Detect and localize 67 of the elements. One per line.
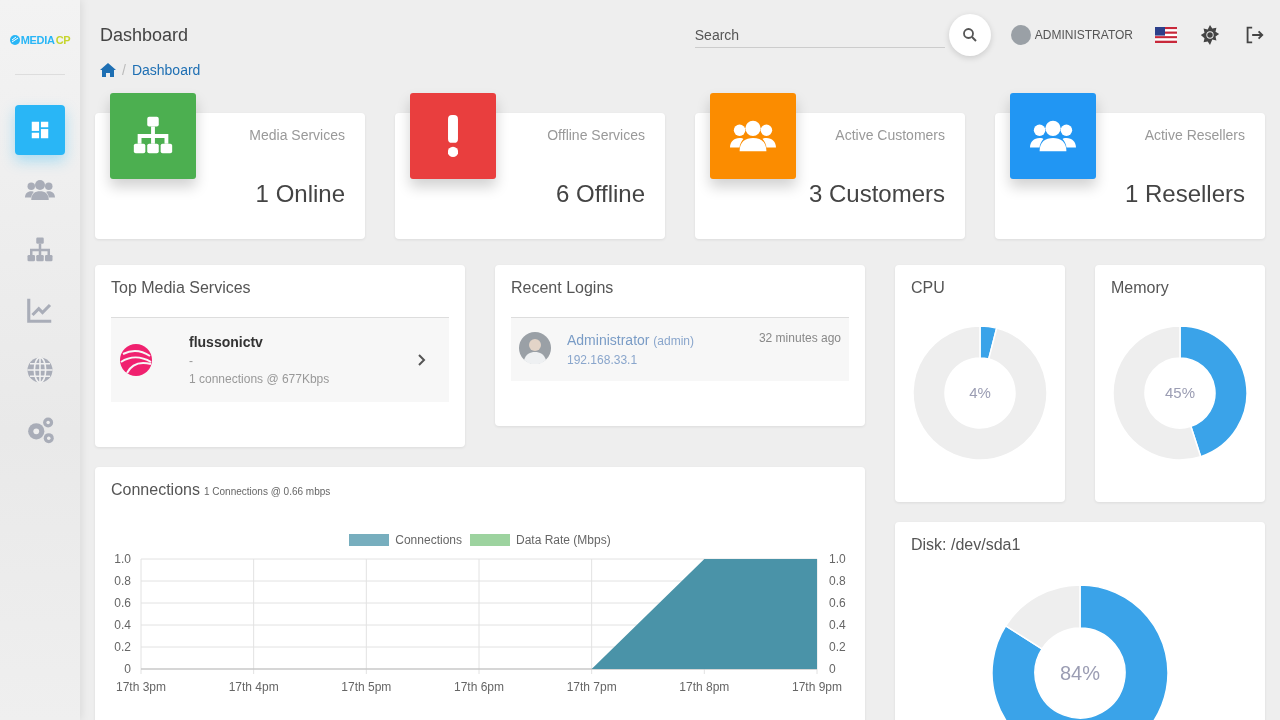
avatar — [519, 332, 551, 364]
y-tick-label: 0 — [124, 662, 131, 676]
panel-title: Top Media Services — [110, 278, 252, 297]
service-name: flussonictv — [189, 334, 264, 350]
sun-icon — [1199, 24, 1221, 46]
y-tick-label: 0.2 — [829, 640, 846, 654]
stat-value: 1 Resellers — [1123, 180, 1245, 208]
stat-label: Active Customers — [835, 127, 945, 143]
logo-icon — [9, 35, 20, 45]
y-tick-label: 0 — [829, 662, 836, 676]
search-button[interactable] — [948, 14, 991, 56]
stat-value: 3 Customers — [807, 180, 945, 208]
stat-value: 6 Offline — [555, 180, 645, 208]
stat-value: 1 Online — [254, 180, 345, 208]
gauge-reading: 84% — [1060, 662, 1100, 684]
logo-text-accent: CP — [55, 34, 71, 46]
logo-text: MEDIA — [20, 34, 55, 46]
breadcrumb-separator: / — [122, 62, 126, 78]
ball-icon — [119, 343, 153, 377]
panel-subtitle: 1 Connections @ 0.66 mbps — [203, 486, 331, 497]
y-tick-label: 0.2 — [114, 640, 131, 654]
service-item[interactable]: flussonictv - 1 connections @ 677Kbps — [111, 318, 449, 402]
gauge-reading: 4% — [969, 384, 991, 402]
service-subtitle: - — [189, 354, 194, 368]
user-menu[interactable]: ADMINISTRATOR — [1010, 25, 1133, 45]
stat-label: Offline Services — [547, 127, 645, 143]
y-tick-label: 0.4 — [114, 618, 131, 632]
dashboard-icon — [29, 119, 51, 141]
x-tick-label: 17th 9pm — [792, 680, 842, 694]
stat-label: Active Resellers — [1144, 127, 1245, 143]
x-tick-label: 17th 6pm — [454, 680, 504, 694]
panel-title: Memory — [1110, 278, 1170, 297]
flag-icon[interactable] — [1155, 27, 1177, 43]
panel-title: Recent Logins — [510, 278, 615, 297]
y-tick-label: 0.8 — [114, 574, 131, 588]
login-ip: 192.168.33.1 — [567, 353, 639, 367]
panel-title: Connections — [111, 481, 200, 499]
legend-label[interactable]: Connections — [395, 533, 462, 547]
y-tick-label: 0.4 — [829, 618, 846, 632]
panel-title: CPU — [910, 278, 946, 297]
exclamation-icon — [448, 115, 458, 157]
legend-label[interactable]: Data Rate (Mbps) — [516, 533, 611, 547]
stat-label: Media Services — [249, 127, 345, 143]
login-time: 32 minutes ago — [758, 331, 841, 345]
page-title: Dashboard — [99, 24, 190, 46]
home-icon[interactable] — [100, 62, 116, 78]
x-tick-label: 17th 5pm — [341, 680, 392, 694]
sidebar-item[interactable] — [15, 105, 65, 155]
search-icon — [961, 27, 978, 43]
login-name: Administrator (admin) — [567, 332, 696, 348]
y-tick-label: 0.6 — [829, 596, 846, 610]
x-tick-label: 17th 7pm — [566, 680, 617, 694]
y-tick-label: 1.0 — [829, 552, 846, 566]
search-field[interactable]: Search — [694, 22, 945, 48]
globe-icon — [25, 355, 55, 385]
y-tick-label: 0.6 — [114, 596, 131, 610]
service-stats: 1 connections @ 677Kbps — [189, 372, 331, 386]
avatar — [1010, 25, 1031, 45]
x-tick-label: 17th 3pm — [116, 680, 166, 694]
breadcrumb-link[interactable]: Dashboard — [131, 62, 201, 78]
gauge-reading: 45% — [1165, 384, 1195, 402]
x-tick-label: 17th 4pm — [228, 680, 279, 694]
y-tick-label: 0.8 — [829, 574, 846, 588]
panel-title: Disk: /dev/sda1 — [910, 535, 1022, 554]
brightness-button[interactable] — [1199, 24, 1221, 46]
x-tick-label: 17th 8pm — [679, 680, 730, 694]
y-tick-label: 1.0 — [114, 552, 131, 566]
